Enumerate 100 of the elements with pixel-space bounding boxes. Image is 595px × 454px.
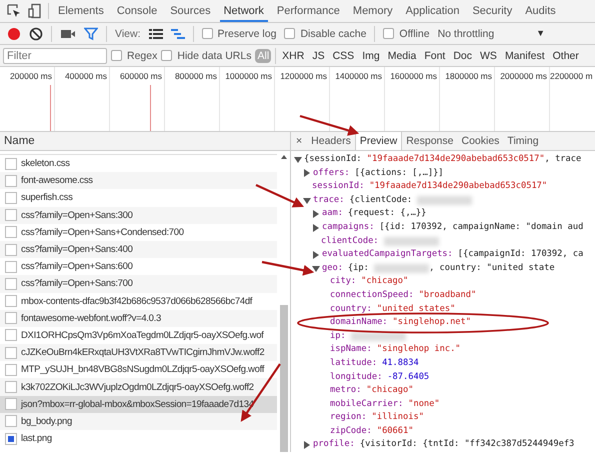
expanded-triangle-icon[interactable] (294, 156, 302, 164)
detail-tab[interactable]: Cookies (457, 132, 504, 150)
property-key: connectionSpeed: (330, 288, 414, 303)
collapsed-triangle-icon[interactable] (312, 224, 320, 232)
string-value: "united states" (376, 302, 456, 316)
clear-icon[interactable] (29, 26, 43, 40)
checkbox[interactable] (202, 28, 212, 39)
request-row[interactable]: css?family=Open+Sans:400 (0, 240, 277, 258)
timeline-tick-label: 800000 ms (174, 71, 217, 81)
type-filter-chip[interactable]: Font (422, 48, 448, 62)
expanded-triangle-icon[interactable] (303, 196, 311, 205)
column-header[interactable]: Name (0, 132, 290, 151)
property-key: latitude: (330, 356, 378, 370)
option-label: Preserve log (218, 28, 276, 40)
request-row[interactable]: fontawesome-webfont.woff?v=4.0.3 (0, 310, 277, 327)
file-icon (5, 398, 17, 410)
collapsed-triangle-icon[interactable] (303, 441, 311, 450)
element-picker-icon[interactable] (6, 3, 22, 19)
panel-tab[interactable]: Memory (348, 0, 397, 22)
request-row[interactable]: cJZKeOuBrn4kERxqtaUH3VtXRa8TVwTICgirnJhmVJw.woff2 (0, 344, 277, 362)
checkbox[interactable] (161, 50, 172, 61)
scrollbar-up-arrow[interactable] (281, 155, 287, 159)
value-preview: {ip: (348, 262, 370, 275)
type-filter-chip[interactable]: Img (360, 48, 382, 62)
type-filter-chip[interactable]: CSS (330, 48, 356, 62)
collapsed-triangle-icon[interactable] (312, 210, 320, 218)
timeline-tick-label: 1200000 ms (280, 71, 327, 81)
request-row[interactable]: font-awesome.css (0, 172, 277, 190)
request-row[interactable]: MTP_ySUJH_bn48VBG8sNSugdm0LZdjqr5-oayXSOefg.woff (0, 361, 277, 378)
property-key: aam: (322, 207, 343, 221)
property-key: offers: (313, 166, 350, 180)
type-filter-chip[interactable]: JS (310, 48, 327, 62)
request-row[interactable]: css?family=Open+Sans:600 (0, 258, 277, 276)
record-icon[interactable] (7, 26, 21, 40)
timeline-tick-label: 200000 ms (10, 71, 52, 81)
file-icon (5, 174, 17, 187)
timeline-tick-label: 1800000 ms (445, 71, 492, 81)
panel-tab[interactable]: Sources (166, 0, 215, 22)
filter-field[interactable]: Filter (3, 48, 107, 64)
property-key: sessionId: (312, 180, 364, 194)
panel-tab[interactable]: Security (468, 0, 516, 22)
redacted-block (374, 264, 430, 274)
type-filter-chip[interactable]: Other (550, 48, 581, 62)
string-value: "illinois" (372, 411, 424, 424)
panel-tab[interactable]: Console (112, 0, 162, 22)
detail-tab[interactable]: Response (402, 132, 458, 150)
panel-tab[interactable]: Application (402, 0, 464, 22)
throttling-dropdown[interactable]: No throttling ▼ (438, 28, 595, 40)
type-filter-chip[interactable]: Doc (451, 48, 474, 62)
property-key: clientCode: (321, 234, 379, 248)
file-icon (5, 381, 17, 394)
filter-icon[interactable] (84, 26, 98, 40)
annotation-arrow (300, 114, 360, 136)
timeline-marker (50, 85, 51, 131)
number-value: -87.6405 (387, 370, 430, 384)
timeline-tick-label: 400000 ms (64, 71, 107, 81)
checkbox[interactable] (284, 28, 296, 39)
panel-tab[interactable]: Audits (521, 0, 560, 22)
request-row[interactable]: mbox-contents-dfac9b3f42b686c9537d066b628566bc74df (0, 292, 277, 310)
option-label: Regex (127, 50, 158, 62)
waterfall-view-icon[interactable] (170, 28, 184, 40)
annotation-arrow (256, 184, 304, 208)
close-button[interactable]: × (291, 132, 308, 150)
property-key: city: (330, 275, 356, 289)
type-filter-chip[interactable]: Media (386, 48, 418, 62)
camera-icon[interactable] (60, 28, 76, 40)
option-label: Offline (399, 28, 430, 40)
request-row[interactable]: k3k702ZOKiLJc3WVjuplzOgdm0LZdjqr5-oayXSOefg.woff2 (0, 378, 277, 396)
value-preview: {request: {,…}} (348, 207, 426, 220)
property-key: mobileCarrier: (330, 398, 404, 412)
detail-tab[interactable]: Preview (354, 132, 402, 150)
value-preview: {visitorId: {tntId: "ff342c387d5244949ef3 (360, 438, 574, 452)
expanded-triangle-icon[interactable] (312, 264, 320, 273)
checkbox[interactable] (111, 50, 122, 61)
scrollbar-thumb[interactable] (280, 305, 288, 452)
type-filter-chip[interactable]: Manifest (502, 48, 547, 62)
property-key: geo: (322, 262, 343, 276)
request-row[interactable]: css?family=Open+Sans:300 (0, 206, 277, 224)
collapsed-triangle-icon[interactable] (312, 250, 320, 259)
value-preview: {clientCode: (349, 194, 414, 207)
file-icon (5, 364, 17, 376)
redacted-block (384, 236, 439, 246)
property-key: country: (330, 302, 372, 316)
device-toggle-icon[interactable] (27, 3, 43, 19)
view-label: View: (115, 28, 140, 40)
type-filter-chip[interactable]: XHR (280, 48, 306, 62)
list-view-icon[interactable] (148, 28, 162, 40)
string-value: "19faaade7d134de290abebad653c0517" (369, 180, 548, 194)
detail-tab[interactable]: Timing (503, 132, 543, 150)
request-row[interactable]: bg_body.png (0, 412, 277, 430)
property-key: domainName: (330, 316, 388, 330)
checkbox[interactable] (383, 28, 394, 39)
collapsed-triangle-icon[interactable] (303, 169, 311, 178)
request-row[interactable]: css?family=Open+Sans:700 (0, 275, 277, 292)
string-value: "chicago" (366, 384, 414, 398)
panel-tab[interactable]: Performance (272, 0, 344, 22)
detail-tab[interactable]: Headers (307, 132, 355, 150)
timeline-tick-label: 2000000 ms (500, 71, 547, 81)
type-filter-chip[interactable]: WS (478, 48, 499, 62)
panel-tab[interactable]: Elements (54, 0, 108, 22)
